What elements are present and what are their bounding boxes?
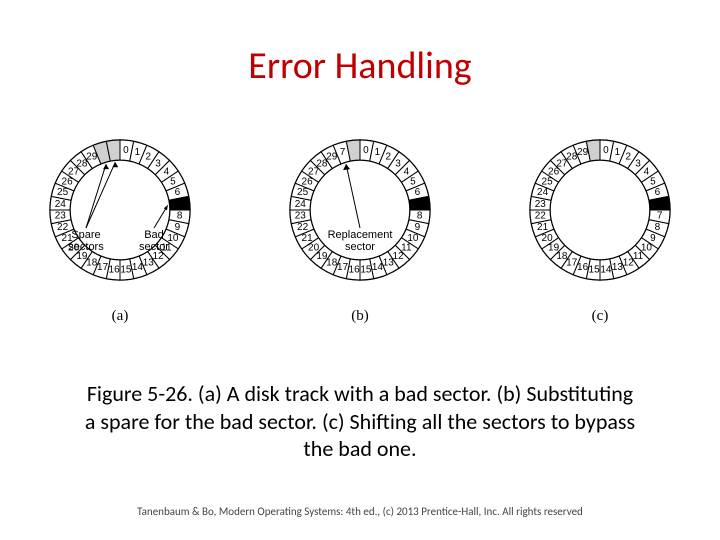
svg-text:19: 19 [548,243,560,254]
svg-text:24: 24 [295,199,307,210]
svg-text:12: 12 [623,258,635,269]
svg-text:14: 14 [132,262,144,273]
svg-text:29: 29 [577,147,589,158]
svg-text:14: 14 [372,262,384,273]
svg-text:0: 0 [363,145,369,156]
diagram-row: 0123456891011121314151617181920212223242… [0,130,720,325]
svg-text:8: 8 [655,222,661,233]
svg-text:18: 18 [86,258,98,269]
svg-text:7: 7 [340,147,346,158]
svg-text:9: 9 [415,222,421,233]
svg-text:17: 17 [97,262,109,273]
svg-text:Replacement: Replacement [328,229,393,241]
svg-text:14: 14 [600,264,612,275]
svg-text:8: 8 [177,211,183,222]
svg-text:4: 4 [164,167,170,178]
svg-text:11: 11 [633,251,644,262]
disk-c: 0123456789101112131415161718192021222324… [500,130,700,325]
svg-text:3: 3 [155,158,161,169]
svg-text:Spare: Spare [71,229,100,241]
svg-text:21: 21 [302,233,314,244]
svg-text:21: 21 [537,222,549,233]
svg-text:16: 16 [349,264,361,275]
disk-a-sublabel: (a) [112,308,129,325]
svg-text:0: 0 [603,145,609,156]
svg-text:23: 23 [295,211,307,222]
svg-text:8: 8 [417,211,423,222]
svg-text:20: 20 [542,233,554,244]
svg-text:Bad: Bad [144,229,164,241]
svg-text:18: 18 [326,258,338,269]
svg-text:sectors: sectors [68,241,104,253]
svg-text:22: 22 [297,222,309,233]
svg-text:25: 25 [57,187,69,198]
svg-text:6: 6 [655,187,661,198]
svg-text:sector: sector [139,241,169,253]
svg-text:4: 4 [404,167,410,178]
svg-text:5: 5 [170,176,176,187]
svg-text:16: 16 [109,264,121,275]
svg-text:22: 22 [57,222,69,233]
disk-b: 0123456891011121314151617181920212223242… [260,130,460,325]
svg-text:17: 17 [337,262,349,273]
disk-a: 0123456891011121314151617181920212223242… [20,130,220,325]
svg-text:5: 5 [650,176,656,187]
svg-text:20: 20 [308,243,320,254]
svg-text:9: 9 [175,222,181,233]
copyright-credit: Tanenbaum & Bo, Modern Operating Systems… [0,505,720,518]
svg-text:2: 2 [626,152,632,163]
svg-text:22: 22 [535,211,547,222]
svg-text:2: 2 [386,152,392,163]
svg-text:1: 1 [135,147,141,158]
svg-text:29: 29 [86,152,98,163]
svg-text:0: 0 [123,145,129,156]
svg-text:1: 1 [615,147,621,158]
svg-text:6: 6 [175,187,181,198]
svg-text:7: 7 [657,211,663,222]
svg-text:24: 24 [537,187,549,198]
svg-text:24: 24 [55,199,67,210]
svg-text:13: 13 [612,262,624,273]
figure-caption: Figure 5-26. (a) A disk track with a bad… [80,380,640,463]
svg-text:16: 16 [577,262,589,273]
svg-text:25: 25 [297,187,309,198]
svg-text:3: 3 [395,158,401,169]
svg-text:17: 17 [566,258,578,269]
svg-text:29: 29 [326,152,338,163]
svg-text:2: 2 [146,152,152,163]
svg-text:28: 28 [566,152,578,163]
svg-text:3: 3 [635,158,641,169]
svg-text:23: 23 [55,211,67,222]
svg-text:13: 13 [143,258,155,269]
svg-text:15: 15 [589,264,601,275]
svg-text:6: 6 [415,187,421,198]
svg-text:sector: sector [345,241,375,253]
svg-text:1: 1 [375,147,381,158]
slide-title: Error Handling [0,43,720,89]
svg-text:13: 13 [383,258,395,269]
svg-text:15: 15 [120,264,132,275]
svg-text:4: 4 [644,167,650,178]
disk-c-sublabel: (c) [592,308,609,325]
svg-text:23: 23 [535,199,547,210]
disk-b-sublabel: (b) [351,308,369,325]
svg-text:5: 5 [410,176,416,187]
svg-text:15: 15 [360,264,372,275]
